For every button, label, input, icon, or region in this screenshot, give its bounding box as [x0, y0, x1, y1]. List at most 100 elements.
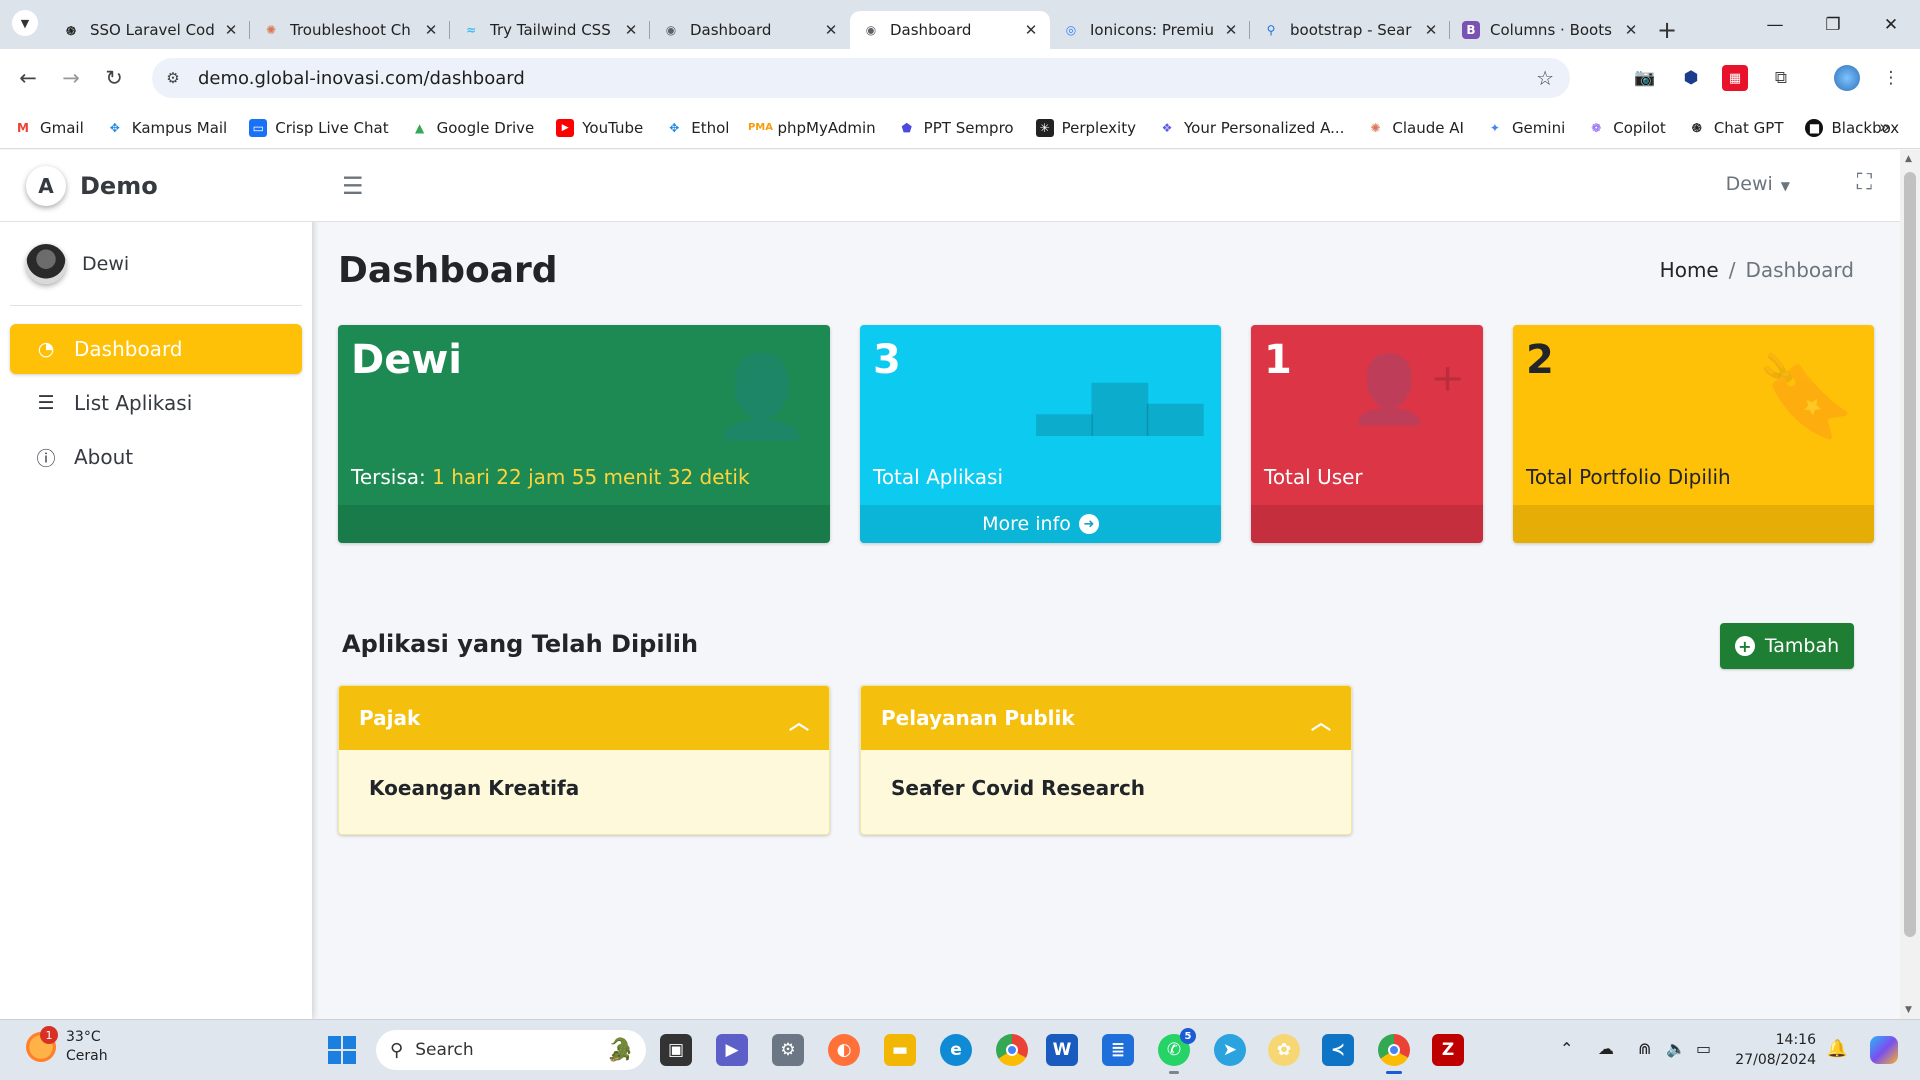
whatsapp-badge: 5	[1180, 1028, 1196, 1044]
close-icon[interactable]: ✕	[1422, 21, 1440, 39]
sidebar-username: Dewi	[82, 252, 130, 275]
scrollbar-thumb[interactable]	[1904, 172, 1916, 937]
box-footer	[338, 505, 830, 543]
bookmark-gemini[interactable]: ✦ Gemini	[1486, 119, 1565, 137]
weather-widget[interactable]: 1 33°C Cerah	[26, 1026, 108, 1066]
card-header[interactable]: Pelayanan Publik ︿	[861, 686, 1351, 750]
sidebar-item-list-aplikasi[interactable]: ☰ List Aplikasi	[10, 378, 302, 428]
tab-search-button[interactable]: ▼	[12, 10, 38, 36]
chevron-up-tray-icon[interactable]: ⌃	[1560, 1039, 1573, 1058]
word-icon[interactable]: W	[1046, 1034, 1078, 1066]
close-icon[interactable]: ✕	[422, 21, 440, 39]
new-tab-button[interactable]: +	[1650, 11, 1684, 49]
browser-tab[interactable]: ◉ Dashboard ✕	[650, 11, 850, 49]
close-icon[interactable]: ✕	[622, 21, 640, 39]
browser-tab[interactable]: B Columns · Boots ✕	[1450, 11, 1650, 49]
sticky-app-icon[interactable]: ✿	[1268, 1034, 1300, 1066]
notification-bell-icon[interactable]: 🔔	[1827, 1039, 1848, 1059]
profile-avatar[interactable]	[1834, 65, 1860, 91]
chrome-active-icon[interactable]	[1378, 1034, 1410, 1074]
sidebar-item-dashboard[interactable]: ◔ Dashboard	[10, 324, 302, 374]
url-text[interactable]: demo.global-inovasi.com/dashboard	[198, 68, 525, 89]
forward-button[interactable]: →	[56, 63, 86, 93]
tambah-button[interactable]: + Tambah	[1720, 623, 1854, 669]
firefox-icon[interactable]: ◐	[828, 1034, 860, 1066]
onedrive-icon[interactable]: ☁	[1598, 1039, 1614, 1058]
bookmark-star-icon[interactable]: ☆	[1536, 66, 1554, 90]
close-icon[interactable]: ✕	[822, 21, 840, 39]
task-view-icon[interactable]: ▣	[660, 1034, 692, 1066]
close-icon[interactable]: ✕	[1622, 21, 1640, 39]
bootstrap-icon: B	[1462, 21, 1480, 39]
omnibox[interactable]: ⚙ demo.global-inovasi.com/dashboard ☆	[152, 58, 1570, 98]
close-window-button[interactable]: ✕	[1862, 0, 1920, 49]
user-dropdown[interactable]: Dewi ▼	[1726, 173, 1790, 195]
wifi-icon[interactable]: ⋒	[1638, 1039, 1651, 1058]
bookmark-copilot[interactable]: ❁ Copilot	[1587, 119, 1666, 137]
bookmark-youtube[interactable]: ▶ YouTube	[556, 118, 643, 137]
card-header[interactable]: Pajak ︿	[339, 686, 829, 750]
telegram-icon[interactable]: ➤	[1214, 1034, 1246, 1066]
chevron-up-icon[interactable]: ︿	[1311, 706, 1331, 735]
settings-gear-icon[interactable]: ⚙	[772, 1034, 804, 1066]
site-info-icon[interactable]: ⚙	[162, 69, 184, 87]
claude-icon: ✺	[1370, 120, 1381, 135]
scroll-up-icon[interactable]: ▲	[1905, 154, 1912, 164]
browser-tab[interactable]: ◎ Ionicons: Premiu ✕	[1050, 11, 1250, 49]
fullscreen-icon[interactable]: ⛶	[1857, 170, 1872, 195]
browser-tab[interactable]: ✺ Troubleshoot Ch ✕	[250, 11, 450, 49]
bookmark-kampus-mail[interactable]: ✥ Kampus Mail	[106, 119, 228, 137]
close-icon[interactable]: ✕	[1022, 21, 1040, 39]
more-info-link[interactable]: More info ➜	[860, 505, 1221, 543]
bookmark-chat-gpt[interactable]: ֍ Chat GPT	[1688, 119, 1784, 137]
extension-red-icon[interactable]: ▦	[1722, 65, 1748, 91]
reload-button[interactable]: ↻	[99, 63, 129, 93]
page-scrollbar[interactable]: ▲ ▼	[1900, 150, 1920, 1019]
volume-icon[interactable]: 🔈	[1666, 1039, 1686, 1058]
whatsapp-icon[interactable]: ✆ 5	[1158, 1028, 1196, 1074]
browser-tab[interactable]: ≈ Try Tailwind CSS ✕	[450, 11, 650, 49]
box-footer	[1251, 505, 1483, 543]
close-icon[interactable]: ✕	[1222, 21, 1240, 39]
browser-tab[interactable]: ⚲ bootstrap - Sear ✕	[1250, 11, 1450, 49]
notepad-icon[interactable]: ≣	[1102, 1034, 1134, 1066]
back-button[interactable]: ←	[13, 63, 43, 93]
bookmark-phpmyadmin[interactable]: PMA phpMyAdmin	[748, 119, 876, 137]
copilot-icon[interactable]	[1870, 1036, 1898, 1064]
chevron-double-right-icon[interactable]: »	[1879, 117, 1890, 138]
teams-meet-icon[interactable]: ▶	[716, 1034, 748, 1066]
sidebar-item-about[interactable]: ⓘ About	[10, 432, 302, 482]
browser-tab-active[interactable]: ◉ Dashboard ✕	[850, 11, 1050, 49]
breadcrumb-home[interactable]: Home	[1660, 258, 1719, 282]
minimize-button[interactable]: —	[1746, 0, 1804, 49]
menu-kebab-icon[interactable]: ⋮	[1878, 65, 1904, 91]
bookmark-personalized[interactable]: ❖ Your Personalized A...	[1158, 119, 1345, 137]
filezilla-icon[interactable]: Z	[1432, 1034, 1464, 1066]
bookmark-ppt-sempro[interactable]: ⬟ PPT Sempro	[898, 119, 1013, 137]
chevron-up-icon[interactable]: ︿	[789, 706, 809, 735]
vscode-icon[interactable]: ≺	[1322, 1034, 1354, 1066]
brand-link[interactable]: A Demo	[0, 150, 312, 222]
bookmark-gmail[interactable]: M Gmail	[14, 119, 84, 137]
bookmark-google-drive[interactable]: ▲ Google Drive	[411, 119, 534, 137]
windows-start-icon[interactable]	[328, 1036, 356, 1064]
browser-tab[interactable]: ֍ SSO Laravel Cod ✕	[50, 11, 250, 49]
chrome-icon[interactable]	[996, 1034, 1028, 1066]
hamburger-menu-icon[interactable]: ☰	[342, 172, 364, 200]
restore-button[interactable]: ❐	[1804, 0, 1862, 49]
bookmark-claude[interactable]: ✺ Claude AI	[1366, 119, 1464, 137]
bookmark-ethol[interactable]: ✥ Ethol	[665, 119, 729, 137]
battery-icon[interactable]: ▭	[1696, 1039, 1711, 1058]
system-clock[interactable]: 14:16 27/08/2024	[1735, 1030, 1816, 1070]
close-icon[interactable]: ✕	[222, 21, 240, 39]
camera-icon[interactable]: 📷	[1632, 65, 1658, 91]
edge-icon[interactable]: e	[940, 1034, 972, 1066]
bookmark-crisp[interactable]: ▭ Crisp Live Chat	[249, 118, 389, 137]
extension-hex-icon[interactable]: ⬢	[1678, 65, 1704, 91]
extensions-puzzle-icon[interactable]: ⧉	[1768, 65, 1794, 91]
bookmark-perplexity[interactable]: ✳ Perplexity	[1035, 118, 1136, 137]
file-explorer-icon[interactable]: ▬	[884, 1034, 916, 1066]
scroll-down-icon[interactable]: ▼	[1905, 1005, 1912, 1015]
taskbar-search[interactable]: ⚲ Search 🐊	[376, 1030, 646, 1070]
user-panel[interactable]: Dewi	[10, 222, 302, 306]
